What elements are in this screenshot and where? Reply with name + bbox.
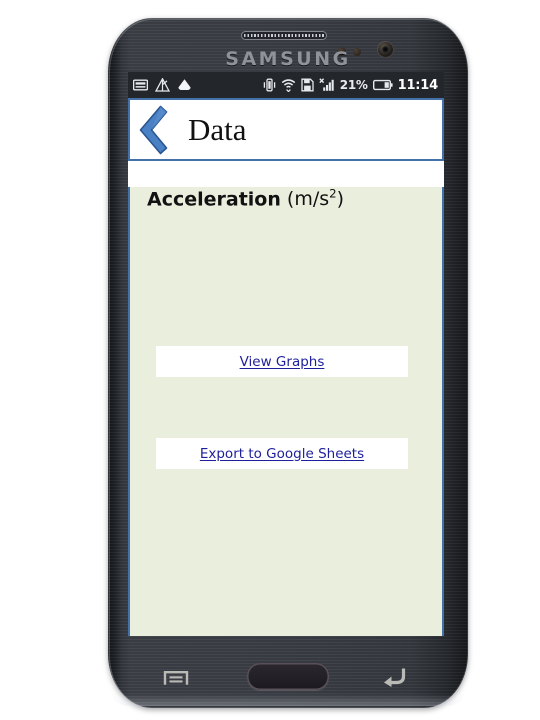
battery-icon — [372, 79, 393, 91]
menu-icon[interactable] — [163, 668, 189, 688]
home-button[interactable] — [247, 663, 329, 690]
back-chevron-icon[interactable] — [133, 103, 171, 157]
google-drive-icon — [178, 79, 191, 90]
status-bar-right-icons: 21% 11:14 — [263, 78, 440, 93]
view-graphs-button[interactable]: View Graphs — [156, 346, 408, 377]
export-to-google-sheets-button[interactable]: Export to Google Sheets — [156, 438, 408, 469]
phone-screen: 21% 11:14 Data Acceleration (m/s2) View … — [128, 72, 444, 636]
app-header: Data — [128, 98, 444, 161]
keyboard-icon — [133, 79, 148, 91]
status-bar-clock: 11:14 — [397, 77, 439, 93]
speaker-grille-icon — [241, 31, 327, 40]
battery-percent-label: 21% — [339, 78, 368, 92]
unit-exponent: 2 — [329, 187, 337, 201]
section-title-strong: Acceleration — [147, 188, 281, 211]
export-to-google-sheets-label[interactable]: Export to Google Sheets — [200, 446, 364, 462]
section-title: Acceleration (m/s2) — [147, 187, 442, 210]
section-title-unit: (m/s2) — [280, 187, 345, 211]
status-bar: 21% 11:14 — [128, 72, 444, 98]
device-brand-label: SAMSUNG — [225, 48, 351, 70]
warning-triangle-icon — [155, 78, 170, 92]
sd-card-icon — [301, 78, 314, 92]
cellular-signal-muted-icon — [319, 78, 334, 91]
page-title: Data — [188, 112, 247, 147]
status-bar-left-icons — [133, 78, 192, 92]
content-area: Acceleration (m/s2) View Graphs Export t… — [128, 187, 444, 636]
vibrate-icon — [263, 78, 276, 92]
unit-prefix: (m/s — [280, 188, 330, 211]
back-arrow-icon[interactable] — [382, 665, 406, 687]
unit-suffix: ) — [336, 188, 345, 211]
wifi-icon — [281, 79, 296, 92]
view-graphs-label[interactable]: View Graphs — [240, 354, 325, 370]
